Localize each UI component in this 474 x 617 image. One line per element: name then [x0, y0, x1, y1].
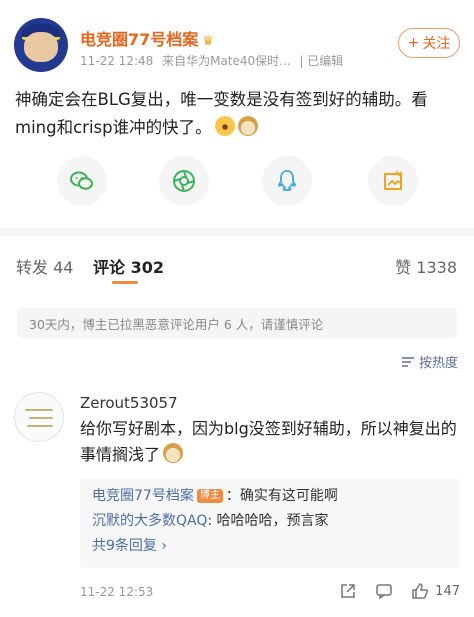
like-button[interactable]: 147 [411, 582, 460, 600]
comment-actions: 147 [339, 582, 460, 600]
share-icon[interactable] [339, 582, 357, 600]
tab-comment[interactable]: 评论 302 [93, 254, 164, 278]
comment-footer: 11-22 12:53 147 [80, 582, 460, 606]
reply-box[interactable]: 电竞圈77号档案 博主 ：确实有这可能啊 沉默的大多数QAQ: 哈哈哈哈，预言家 共… [80, 478, 460, 568]
reply-text: ：确实有这可能啊 [225, 488, 338, 504]
qzone-icon[interactable] [368, 156, 418, 206]
doge-emoji-icon [163, 443, 184, 463]
qq-icon[interactable] [262, 156, 312, 206]
section-divider [0, 228, 474, 236]
reply-item[interactable]: 沉默的大多数QAQ: 哈哈哈哈，预言家 [92, 509, 448, 534]
comment-time: 11-22 12:53 [80, 585, 154, 599]
tab-active-indicator [112, 281, 138, 284]
post-meta: 11-22 12:48 来自华为Mate40保时... | 已编辑 [80, 52, 353, 69]
chevron-right-icon: › [161, 538, 167, 554]
post-time: 11-22 12:48 [80, 54, 154, 68]
commenter-name[interactable]: Zerout53057 [80, 394, 178, 412]
reply-text: : 哈哈哈哈，预言家 [207, 513, 329, 529]
follow-button[interactable]: + 关注 [398, 28, 460, 58]
blocked-users-notice: 30天内，博主已拉黑恶意评论用户 6 人，请谨慎评论 [17, 308, 457, 338]
follow-label: 关注 [422, 36, 451, 52]
author-name[interactable]: 电竞圈77号档案 ♛ [80, 26, 214, 50]
tab-like[interactable]: 赞 1338 [395, 254, 457, 278]
comment-icon[interactable] [375, 582, 393, 600]
author-badge: 博主 [196, 489, 223, 503]
moments-icon[interactable] [159, 156, 209, 206]
author-name-text[interactable]: 电竞圈77号档案 [80, 30, 198, 49]
post-text: 神确定会在BLG复出，唯一变数是没有签到好的辅助。看ming和crisp谁冲的快… [15, 86, 463, 142]
post-source: 来自华为Mate40保时... [162, 54, 291, 68]
share-row [0, 156, 474, 206]
sort-label: 按热度 [418, 356, 458, 371]
doge-emoji-icon [237, 116, 258, 136]
thumbs-up-icon [412, 583, 429, 599]
interaction-tabs: 转发 44 评论 302 赞 1338 [0, 236, 474, 286]
shocked-emoji-icon [214, 116, 235, 136]
like-count: 147 [435, 583, 460, 599]
post-edited: | 已编辑 [299, 54, 344, 68]
tab-repost[interactable]: 转发 44 [16, 254, 73, 278]
reply-author[interactable]: 沉默的大多数QAQ [92, 513, 207, 529]
post-header: 电竞圈77号档案 ♛ 11-22 12:48 来自华为Mate40保时... | … [14, 18, 460, 74]
comment-text-content: 给你写好剧本，因为blg没签到好辅助，所以神复出的事情搁浅了 [80, 419, 457, 464]
reply-author[interactable]: 电竞圈77号档案 [92, 488, 194, 504]
view-replies-link[interactable]: 共9条回复 › [92, 534, 448, 559]
notice-text: 30天内，博主已拉黑恶意评论用户 6 人，请谨慎评论 [29, 316, 324, 332]
wechat-icon[interactable] [57, 156, 107, 206]
reply-item[interactable]: 电竞圈77号档案 博主 ：确实有这可能啊 [92, 484, 448, 509]
sort-icon [401, 356, 414, 367]
comment-text: 给你写好剧本，因为blg没签到好辅助，所以神复出的事情搁浅了 [80, 416, 460, 468]
sort-toggle[interactable]: 按热度 [401, 352, 458, 371]
plus-icon: + [407, 35, 420, 51]
commenter-avatar[interactable] [14, 392, 64, 442]
author-avatar[interactable] [14, 18, 68, 72]
crown-icon: ♛ [202, 34, 214, 49]
